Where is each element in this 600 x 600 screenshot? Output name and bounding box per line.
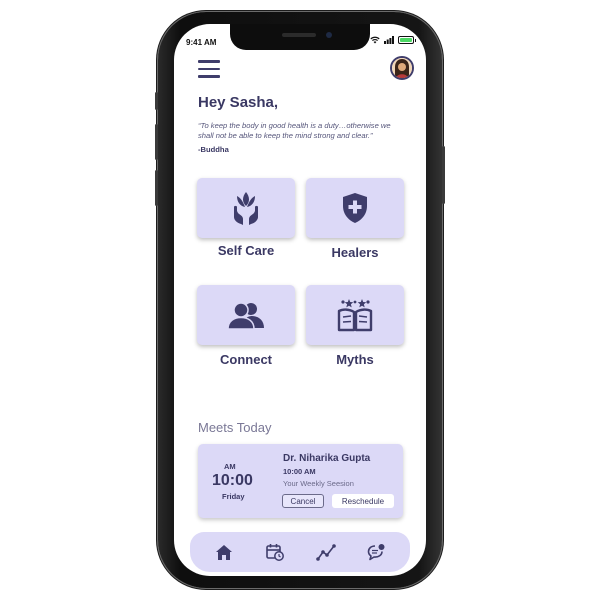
meets-today-title: Meets Today [198,420,272,435]
tab-calendar[interactable] [262,539,288,565]
silent-switch [155,92,158,110]
tab-progress[interactable] [313,539,339,565]
user-photo-icon [392,58,412,78]
tile-label-self-care[interactable]: Self Care [197,243,295,258]
meeting-day: Friday [222,492,245,501]
tile-connect[interactable] [197,285,295,345]
tab-home[interactable] [211,539,237,565]
greeting-title: Hey Sasha, [198,94,279,111]
tile-self-care[interactable] [197,178,295,238]
battery-level [400,38,412,42]
status-icons [370,36,416,44]
progress-chart-icon [315,544,336,561]
volume-down-button [155,170,158,206]
reschedule-button[interactable]: Reschedule [332,494,394,508]
status-time: 9:41 AM [186,38,217,47]
cellular-signal-icon [384,36,394,44]
home-icon [215,544,232,560]
power-button [442,146,445,204]
open-book-stars-icon [337,299,373,332]
battery-icon [398,36,416,44]
lotus-hands-icon [234,192,258,225]
front-camera [326,32,332,38]
meeting-ampm: AM [224,462,236,471]
session-time: 10:00 AM [283,467,316,476]
notch [230,24,370,50]
wifi-icon [370,36,380,44]
cancel-button[interactable]: Cancel [282,494,324,508]
speaker [282,33,316,37]
tile-label-healers[interactable]: Healers [306,245,404,260]
medical-shield-icon [343,193,367,223]
volume-up-button [155,124,158,160]
hamburger-menu-icon[interactable] [198,60,220,78]
tile-myths[interactable] [306,285,404,345]
meeting-time: 10:00 [212,472,253,489]
quote-author: -Buddha [198,145,229,154]
quote-text: “To keep the body in good health is a du… [198,121,391,140]
session-description: Your Weekly Seesion [283,479,354,488]
calendar-clock-icon [265,544,284,561]
tab-chat[interactable] [364,539,390,565]
phone-screen: 9:41 AM Hey Sasha, “To keep the body in … [174,24,426,576]
tile-label-connect[interactable]: Connect [197,352,295,367]
avatar[interactable] [390,56,414,80]
bottom-tab-bar [190,532,410,572]
chat-bubble-icon [367,544,385,561]
meeting-card[interactable]: AM 10:00 Friday Dr. Niharika Gupta 10:00… [198,444,403,518]
doctor-name: Dr. Niharika Gupta [283,453,371,464]
tile-label-myths[interactable]: Myths [306,352,404,367]
people-icon [227,302,264,330]
tile-healers[interactable] [306,178,404,238]
